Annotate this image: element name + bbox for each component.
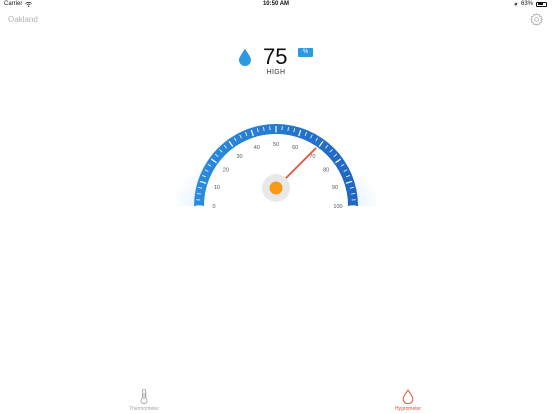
tab-bar: Thermometer Hygrometer bbox=[0, 382, 552, 414]
gauge-tick-label: 50 bbox=[273, 142, 279, 148]
humidity-reading: 75 % HIGH bbox=[0, 44, 552, 84]
gauge-base bbox=[176, 206, 376, 210]
tab-hygrometer[interactable]: Hygrometer bbox=[358, 382, 458, 414]
tab-thermometer-label: Thermometer bbox=[128, 406, 159, 412]
gauge-tick-label: 10 bbox=[214, 185, 220, 191]
gauge-tick-label: 100 bbox=[333, 204, 342, 210]
unit-badge[interactable]: % bbox=[298, 48, 313, 57]
thermometer-icon bbox=[140, 389, 148, 404]
humidity-value: 75 bbox=[263, 44, 288, 69]
gauge-hub bbox=[269, 181, 283, 195]
battery-percent: 63% bbox=[520, 1, 533, 7]
gear-icon[interactable] bbox=[530, 13, 543, 26]
status-bar: Carrier 10:50 AM 63% bbox=[0, 0, 552, 10]
gauge-tick-label: 60 bbox=[292, 145, 298, 151]
hygrometer-gauge: 0102030405060708090100 bbox=[176, 98, 376, 210]
water-drop-icon bbox=[239, 48, 251, 66]
gauge-tick-label: 40 bbox=[254, 145, 260, 151]
gauge-tick-label: 20 bbox=[223, 168, 229, 174]
water-drop-icon bbox=[402, 389, 414, 404]
battery-icon bbox=[536, 1, 547, 7]
tab-thermometer[interactable]: Thermometer bbox=[94, 382, 194, 414]
gauge-tick-label: 30 bbox=[236, 154, 242, 160]
humidity-level: HIGH bbox=[266, 69, 286, 76]
status-time: 10:50 AM bbox=[262, 1, 290, 7]
location-label[interactable]: Oakland bbox=[8, 15, 38, 24]
gauge-tick-label: 80 bbox=[323, 168, 329, 174]
tab-hygrometer-label: Hygrometer bbox=[394, 406, 422, 412]
gauge-tick-label: 90 bbox=[332, 185, 338, 191]
battery-fill bbox=[537, 3, 544, 5]
location-arrow-icon bbox=[513, 2, 518, 6]
gauge-tick-label: 0 bbox=[212, 204, 215, 210]
status-right: 63% bbox=[513, 1, 547, 7]
